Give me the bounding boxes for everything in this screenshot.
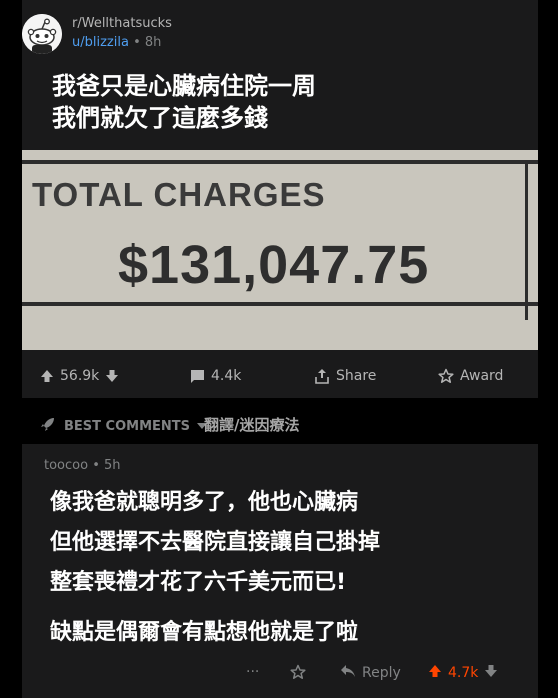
translator-credit: 翻譯/迷因療法	[204, 416, 300, 434]
comment-meta: toocoo • 5h	[44, 458, 121, 473]
comment-award-button[interactable]	[290, 664, 306, 684]
comments-sort-bar: BEST COMMENTS 翻譯/迷因療法	[22, 410, 538, 440]
bill-amount: $131,047.75	[118, 235, 430, 295]
vote-group: 56.9k	[40, 366, 119, 386]
comment-card: toocoo • 5h 像我爸就聰明多了，他也心臟病 但他選擇不去醫院直接讓自己…	[22, 444, 538, 698]
sort-label: BEST COMMENTS	[64, 418, 191, 434]
post-title-line-2: 我們就欠了這麼多錢	[52, 104, 268, 132]
comment-action-bar: ··· Reply 4.7k	[22, 660, 538, 690]
upvote-count: 56.9k	[60, 368, 100, 384]
award-icon	[438, 368, 454, 384]
subreddit-avatar[interactable]	[22, 14, 62, 54]
post-image[interactable]: TOTAL CHARGES $131,047.75	[22, 150, 538, 350]
downvote-icon[interactable]	[484, 664, 498, 682]
bill-label: TOTAL CHARGES	[32, 176, 326, 213]
bill-border-right	[525, 160, 528, 320]
comment-line-3: 整套喪禮才花了六千美元而已!	[50, 570, 347, 595]
comment-age: 5h	[104, 458, 121, 473]
downvote-icon[interactable]	[105, 369, 119, 383]
subreddit-name[interactable]: r/Wellthatsucks	[72, 16, 172, 31]
award-icon	[290, 664, 306, 684]
sort-dropdown[interactable]: BEST COMMENTS	[40, 416, 208, 436]
comment-line-2: 但他選擇不去醫院直接讓自己掛掉	[50, 530, 381, 555]
comment-score: 4.7k	[448, 665, 479, 681]
share-button[interactable]: Share	[314, 366, 382, 386]
post-title[interactable]: 我爸只是心臟病住院一周 我們就欠了這麼多錢	[52, 70, 522, 134]
post-age: 8h	[144, 35, 162, 50]
post-header: r/Wellthatsucks u/blizzila • 8h	[22, 14, 322, 54]
post-title-line-1: 我爸只是心臟病住院一周	[52, 72, 316, 100]
upvote-icon[interactable]	[428, 664, 442, 682]
post-meta: u/blizzila • 8h	[72, 35, 161, 50]
bill-rule	[22, 302, 538, 306]
rocket-icon	[40, 416, 56, 436]
award-button[interactable]: Award	[438, 366, 509, 386]
comment-line-1: 像我爸就聰明多了，他也心臟病	[50, 490, 359, 515]
comment-author[interactable]: toocoo	[44, 458, 88, 473]
share-label: Share	[336, 368, 377, 384]
post-author[interactable]: u/blizzila	[72, 35, 129, 50]
meta-separator: •	[133, 35, 141, 50]
reply-button[interactable]: Reply	[340, 664, 401, 682]
reply-icon	[340, 664, 356, 682]
more-label: ···	[246, 664, 260, 680]
comment-meta-separator: •	[92, 458, 100, 473]
upvote-icon[interactable]	[40, 369, 54, 383]
share-icon	[314, 368, 330, 384]
award-label: Award	[460, 368, 504, 384]
comments-button[interactable]: 4.4k	[190, 366, 247, 386]
comment-vote-group: 4.7k	[428, 664, 498, 682]
more-options-button[interactable]: ···	[246, 664, 259, 680]
post-action-bar: 56.9k 4.4k Share Award	[22, 356, 538, 396]
comment-line-4: 缺點是偶爾會有點想他就是了啦	[50, 620, 359, 645]
bill-border-top	[22, 160, 538, 164]
comment-count: 4.4k	[211, 368, 242, 384]
reply-label: Reply	[362, 665, 401, 681]
comment-icon	[190, 369, 205, 384]
